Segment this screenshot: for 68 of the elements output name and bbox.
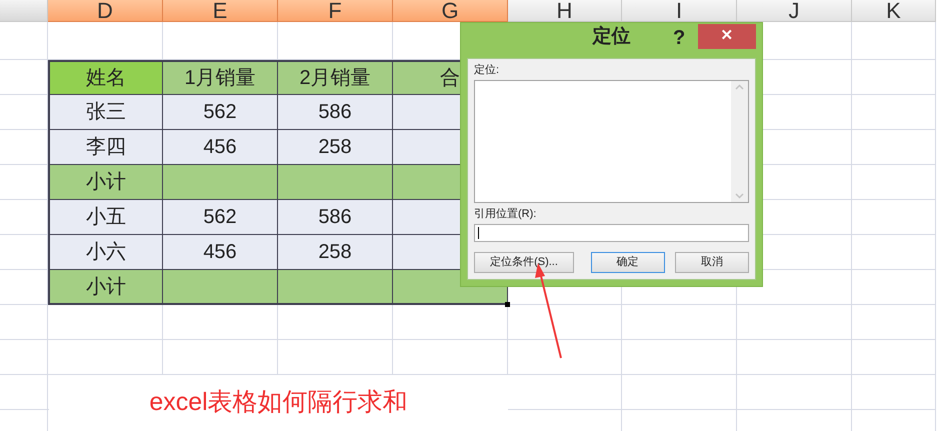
column-header[interactable]: K [852,0,936,22]
sheet-cell[interactable] [278,305,393,340]
table-cell: 张三 [48,95,163,130]
scroll-up-icon[interactable] [735,84,744,90]
dialog-button[interactable]: 确定 [590,252,664,273]
sheet-cell[interactable] [852,200,936,235]
sheet-cell[interactable] [852,95,936,130]
sheet-cell[interactable] [852,22,936,60]
sheet-cell[interactable] [163,305,278,340]
table-cell: 小五 [48,200,163,235]
table-cell: 586 [278,95,393,130]
scroll-down-icon[interactable] [735,193,744,199]
dialog-button[interactable]: 取消 [675,252,749,273]
sheet-cell[interactable] [737,305,852,340]
row-header[interactable] [0,375,48,410]
sheet-cell[interactable] [737,340,852,375]
row-header[interactable] [0,305,48,340]
corner-header[interactable] [0,0,48,22]
reference-field[interactable] [474,224,749,242]
sheet-cell[interactable] [852,270,936,305]
list-label: 定位: [474,63,500,77]
caption: excel表格如何隔行求和 [149,387,408,418]
list-box[interactable] [474,80,749,203]
column-header[interactable]: D [48,0,163,22]
table-cell: 2月销量 [278,60,393,95]
table-cell: 456 [163,130,278,165]
table-cell: 1月销量 [163,60,278,95]
sheet-cell[interactable] [622,375,737,410]
table-cell: 562 [163,200,278,235]
column-header[interactable]: H [508,0,622,22]
column-header[interactable]: I [622,0,737,22]
sheet-cell[interactable] [852,60,936,95]
sheet-cell[interactable] [852,235,936,270]
table-cell: 小计 [48,165,163,200]
sheet-cell[interactable] [622,305,737,340]
table-cell: 456 [163,235,278,270]
sheet-cell[interactable] [508,305,622,340]
sheet-cell[interactable] [852,375,936,410]
table-cell: 李四 [48,130,163,165]
sheet-cell[interactable] [508,340,622,375]
column-header[interactable]: G [393,0,508,22]
row-header[interactable] [0,340,48,375]
close-button[interactable]: ✕ [698,24,756,49]
sheet-cell[interactable] [622,340,737,375]
sheet-cell[interactable] [852,130,936,165]
sheet-cell[interactable] [852,165,936,200]
reference-label: 引用位置(R): [474,207,538,221]
table-cell: 562 [163,95,278,130]
table-cell: 586 [278,200,393,235]
help-button[interactable]: ? [673,23,686,53]
sheet-cell[interactable] [48,305,163,340]
column-header[interactable]: E [163,0,278,22]
sheet-cell[interactable] [852,305,936,340]
sheet-cell[interactable] [393,305,508,340]
table-cell: 258 [278,235,393,270]
row-header[interactable] [0,22,48,60]
sheet-cell[interactable] [852,340,936,375]
scrollbar[interactable] [731,81,748,202]
table-cell: 小六 [48,235,163,270]
dialog-button[interactable]: 定位条件(S)... [474,252,574,273]
sheet-cell[interactable] [737,375,852,410]
selection-handle[interactable] [505,302,510,307]
column-header[interactable]: J [737,0,852,22]
dialog-title: 定位 [592,24,630,49]
table-cell: 小计 [48,270,163,305]
column-header[interactable]: F [278,0,393,22]
table-cell: 258 [278,130,393,165]
table-cell: 姓名 [48,60,163,95]
